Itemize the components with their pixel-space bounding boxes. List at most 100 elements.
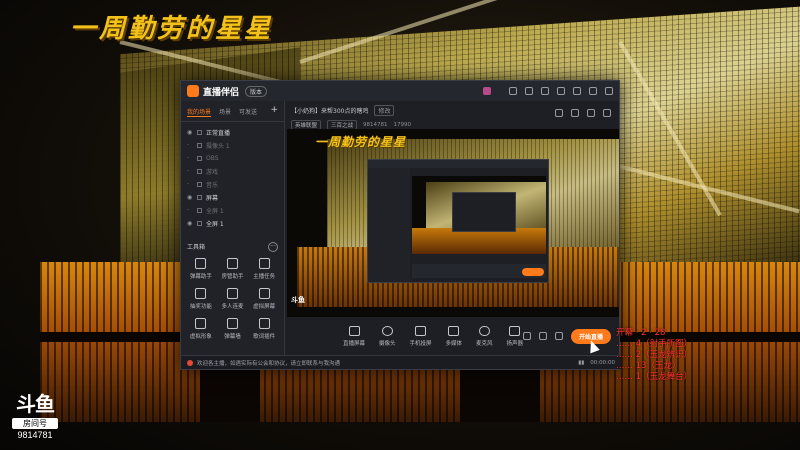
tool-label: 歌词插件 xyxy=(253,334,276,340)
scene-label: OBS xyxy=(206,155,219,162)
speaker-button[interactable]: 扬声器 xyxy=(507,325,523,347)
more-icon[interactable]: ··· xyxy=(268,242,278,252)
stream-preview[interactable]: 一周勤劳的星星 斗鱼 xyxy=(287,129,619,317)
scene-item[interactable]: · 摄像头 1 xyxy=(187,139,278,152)
scene-item[interactable]: · 游戏 xyxy=(187,165,278,178)
tool-item[interactable]: 虚拟屏幕 xyxy=(248,288,280,310)
source-camera-button[interactable]: 摄像头 xyxy=(379,325,396,347)
source-monitor-button[interactable]: 直播屏幕 xyxy=(343,325,365,347)
tool-item[interactable]: 弹幕墙 xyxy=(217,318,249,340)
eye-icon[interactable]: ◉ xyxy=(187,194,193,201)
scene-item[interactable]: ◉ 全屏 1 xyxy=(187,217,278,230)
lock-icon[interactable] xyxy=(197,169,202,174)
eye-icon[interactable]: · xyxy=(187,168,193,175)
lock-icon[interactable] xyxy=(197,130,202,135)
lock-icon[interactable] xyxy=(197,208,202,213)
speaker-icon xyxy=(509,325,521,336)
danmaku-overlay: 开幕 · 2 · 28 …… 4（射手所图） …… 2（玉龙辨识） …… 13（… xyxy=(616,328,800,383)
close-icon[interactable] xyxy=(605,87,613,95)
eye-icon[interactable]: · xyxy=(187,142,193,149)
eye-icon[interactable]: ◉ xyxy=(187,220,193,227)
record-video-icon[interactable] xyxy=(523,332,532,340)
lock-icon[interactable] xyxy=(555,109,563,117)
sidebar: 我的场景 场景 可发送 + ◉ 正常直播 · 摄像头 1 · OBS · 游戏 · 音乐 … xyxy=(181,101,285,369)
scene-label: 全屏 1 xyxy=(206,221,224,228)
scene-list: ◉ 正常直播 · 摄像头 1 · OBS · 游戏 · 音乐 ◉ 屏幕 · 全屏 1 ◉ 全屏 … xyxy=(181,122,284,234)
tool-label: 房管助手 xyxy=(221,274,244,280)
danmaku-line: …… 1（玉龙舞台） xyxy=(616,372,693,382)
network-icon: ▮▮ xyxy=(578,359,585,366)
maximize-icon[interactable] xyxy=(589,87,597,95)
add-scene-icon[interactable]: + xyxy=(270,106,278,117)
microphone-button[interactable]: 麦克风 xyxy=(476,325,493,347)
chat-icon xyxy=(195,258,207,269)
tab-scenes[interactable]: 场景 xyxy=(219,107,231,117)
bottom-toolbar: 直播屏幕 摄像头 手机投屏 多媒体 麦克风 扬声器 开始直播 xyxy=(287,319,619,353)
eye-icon[interactable]: · xyxy=(187,155,193,162)
nested-title-bar xyxy=(368,160,548,168)
room-label: 房间号 xyxy=(12,418,58,429)
tool-label: 主播任务 xyxy=(253,274,276,280)
scene-item[interactable]: · 全屏 1 xyxy=(187,204,278,217)
tab-my-scenes[interactable]: 我的场景 xyxy=(187,107,212,117)
skin-icon[interactable] xyxy=(541,87,549,95)
tool-item[interactable]: 抽奖功能 xyxy=(185,288,217,310)
tool-item[interactable]: 主播任务 xyxy=(248,258,280,280)
platform-logo: 斗鱼 xyxy=(16,392,55,416)
bottom-tool-label: 摄像头 xyxy=(379,340,396,347)
share-icon[interactable] xyxy=(603,109,611,117)
eye-icon[interactable]: · xyxy=(187,181,193,188)
settings-icon[interactable] xyxy=(555,332,564,340)
danmaku-line: …… 2（玉龙辨识） xyxy=(616,350,693,360)
tool-item[interactable]: 房管助手 xyxy=(217,258,249,280)
scene-item[interactable]: ◉ 正常直播 xyxy=(187,126,278,139)
version-badge[interactable]: 版本 xyxy=(245,85,268,97)
lock-icon[interactable] xyxy=(197,156,202,161)
scene-item[interactable]: · OBS xyxy=(187,152,278,165)
bottom-tool-label: 手机投屏 xyxy=(409,340,432,347)
avatar[interactable] xyxy=(483,87,491,95)
tool-item[interactable]: 弹幕助手 xyxy=(185,258,217,280)
source-media-button[interactable]: 多媒体 xyxy=(445,325,463,347)
room-badge: 斗鱼 房间号 9814781 xyxy=(10,388,60,440)
lock-icon[interactable] xyxy=(197,195,202,200)
tool-label: 虚拟形象 xyxy=(189,334,212,340)
bottom-tool-label: 麦克风 xyxy=(476,340,493,347)
lock-icon[interactable] xyxy=(197,143,202,148)
tool-item[interactable]: 多人连麦 xyxy=(217,288,249,310)
mic-group-icon xyxy=(226,288,238,299)
eye-icon[interactable]: · xyxy=(187,207,193,214)
room-id: 9814781 xyxy=(363,122,388,128)
tool-item[interactable]: 歌词插件 xyxy=(248,318,280,340)
record-icon[interactable] xyxy=(571,109,579,117)
lyrics-icon xyxy=(258,318,270,329)
minimize-icon[interactable] xyxy=(573,87,581,95)
menu-icon[interactable] xyxy=(557,87,565,95)
source-phone-button[interactable]: 手机投屏 xyxy=(409,325,432,347)
scene-item[interactable]: ◉ 屏幕 xyxy=(187,191,278,204)
scene-item[interactable]: · 音乐 xyxy=(187,178,278,191)
eye-icon[interactable] xyxy=(539,332,548,340)
lock-icon[interactable] xyxy=(197,182,202,187)
app-logo-icon xyxy=(187,85,199,97)
mail-icon[interactable] xyxy=(509,87,517,95)
tool-label: 多人连麦 xyxy=(221,304,244,310)
tool-item[interactable]: 虚拟形象 xyxy=(185,318,217,340)
alert-icon xyxy=(187,359,193,366)
tool-label: 弹幕墙 xyxy=(224,334,241,340)
notice-bar: 欢迎各主播，如遇实际有公会和协议，请立即联系与我沟通 ▮▮ 00:00:00 xyxy=(181,355,621,369)
tab-send[interactable]: 可发送 xyxy=(239,107,257,117)
scene-label: 全屏 1 xyxy=(206,208,224,215)
room-title: 【小奶狗】来帮300点的瞎鸡 xyxy=(291,108,369,115)
danmaku-line: …… 4（射手所图） xyxy=(616,339,693,349)
status-area: ▮▮ 00:00:00 xyxy=(578,360,615,366)
room-number: 9814781 xyxy=(17,430,53,440)
settings-icon[interactable] xyxy=(525,87,533,95)
eye-icon[interactable]: ◉ xyxy=(187,129,193,136)
edit-title-button[interactable]: 修改 xyxy=(374,105,395,116)
bottom-tool-label: 多媒体 xyxy=(445,340,463,347)
lock-icon[interactable] xyxy=(197,221,202,226)
notice-text[interactable]: 欢迎各主播，如遇实际有公会和协议，请立即联系与我沟通 xyxy=(197,359,340,367)
screenshot-icon[interactable] xyxy=(587,109,595,117)
nested-sidebar xyxy=(368,168,410,282)
